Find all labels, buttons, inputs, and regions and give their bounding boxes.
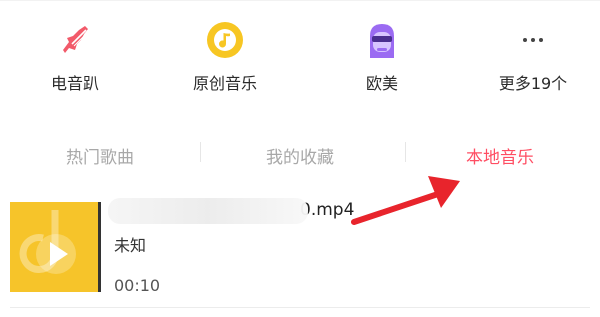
category-label: 原创音乐 [192,74,257,93]
category-electric[interactable]: 电音趴 [0,0,150,112]
tab-local-music[interactable]: 本地音乐 [400,136,600,180]
category-label: 欧美 [365,74,398,93]
song-duration: 00:10 [114,276,161,295]
sunglasses-avatar-icon [370,24,394,58]
category-label: 更多19个 [498,74,568,93]
tab-hot-songs[interactable]: 热门歌曲 [0,136,200,180]
cover-edge [98,202,101,292]
tab-divider [200,142,201,162]
song-artist: 未知 [114,236,147,255]
tab-divider [405,142,406,162]
more-dots-icon [523,38,543,42]
category-row: 电音趴 原创音乐 欧美 更多19个 [0,0,600,112]
category-more[interactable]: 更多19个 [458,0,600,112]
category-label: 电音趴 [50,74,99,93]
song-cover [10,202,100,292]
play-icon [19,210,76,274]
row-divider [10,307,590,308]
tab-my-favorites[interactable]: 我的收藏 [200,136,400,180]
blurred-title-mask [108,198,308,224]
electric-guitar-icon [63,26,89,53]
tab-bar: 热门歌曲 我的收藏 本地音乐 [0,136,600,180]
category-western[interactable]: 欧美 [307,0,457,112]
song-row[interactable]: 0.mp4 未知 00:10 [0,198,600,298]
category-original[interactable]: 原创音乐 [150,0,300,112]
music-note-circle-icon [207,22,243,58]
